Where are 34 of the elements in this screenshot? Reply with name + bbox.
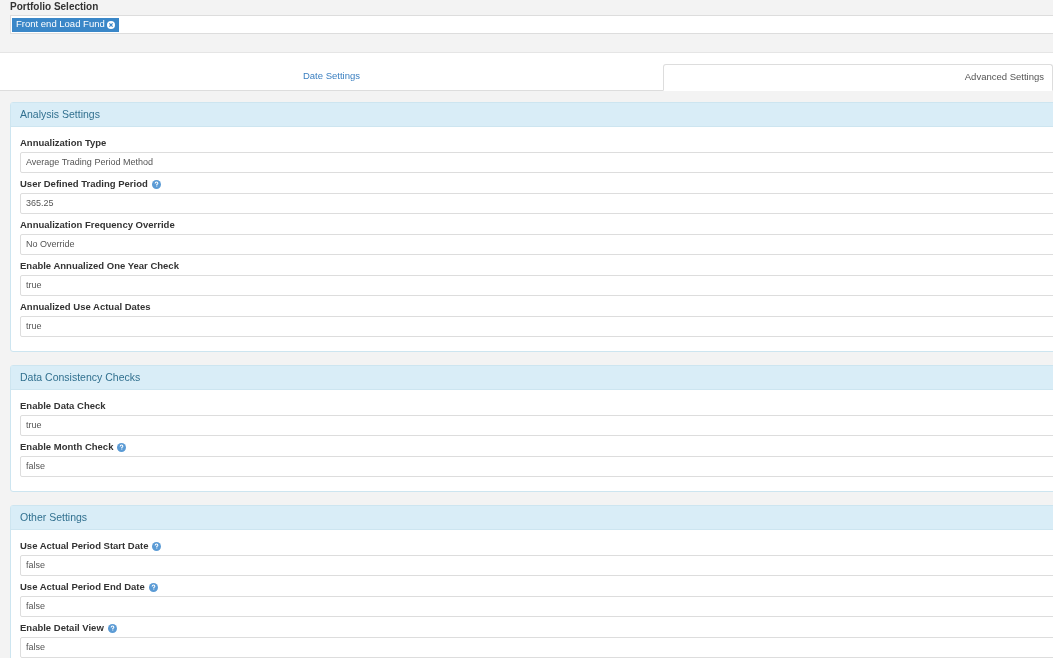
field-label: Enable Detail View <box>20 621 104 636</box>
field-label: Use Actual Period End Date <box>20 580 145 595</box>
field-label: Enable Annualized One Year Check <box>20 259 179 274</box>
select-field[interactable]: 365.25 <box>20 193 1053 214</box>
select-field[interactable]: false <box>20 637 1053 658</box>
help-icon[interactable] <box>148 583 158 592</box>
select-field[interactable]: Average Trading Period Method <box>20 152 1053 173</box>
select-field[interactable]: false <box>20 555 1053 576</box>
select-field[interactable]: true <box>20 275 1053 296</box>
help-icon[interactable] <box>151 180 161 189</box>
help-icon[interactable] <box>152 542 162 551</box>
field-label: Enable Data Check <box>20 399 106 414</box>
select-field[interactable]: true <box>20 316 1053 337</box>
tab[interactable]: Date Settings <box>0 63 663 90</box>
select-field[interactable]: No Override <box>20 234 1053 255</box>
select-field[interactable]: false <box>20 596 1053 617</box>
field-label: User Defined Trading Period <box>20 177 148 192</box>
panel-header: Data Consistency Checks <box>11 366 1053 390</box>
field-label: Annualization Frequency Override <box>20 218 175 233</box>
help-icon[interactable] <box>107 624 117 633</box>
portfolio-select-field[interactable]: Front end Load Fund <box>10 15 1053 34</box>
field-label: Annualization Type <box>20 136 107 151</box>
field-label: Use Actual Period Start Date <box>20 539 149 554</box>
select-field[interactable]: true <box>20 415 1053 436</box>
help-icon[interactable] <box>117 443 127 452</box>
field-label: Enable Month Check <box>20 440 114 455</box>
panel-header: Other Settings <box>11 506 1053 530</box>
select-field[interactable]: false <box>20 456 1053 477</box>
tab[interactable]: Advanced Settings <box>663 64 1053 91</box>
field-label: Portfolio Selection <box>10 1 100 14</box>
portfolio-tag[interactable]: Front end Load Fund <box>12 17 119 32</box>
remove-icon[interactable] <box>106 20 115 29</box>
field-label: Annualized Use Actual Dates <box>20 300 151 315</box>
panel-header: Analysis Settings <box>11 103 1053 127</box>
